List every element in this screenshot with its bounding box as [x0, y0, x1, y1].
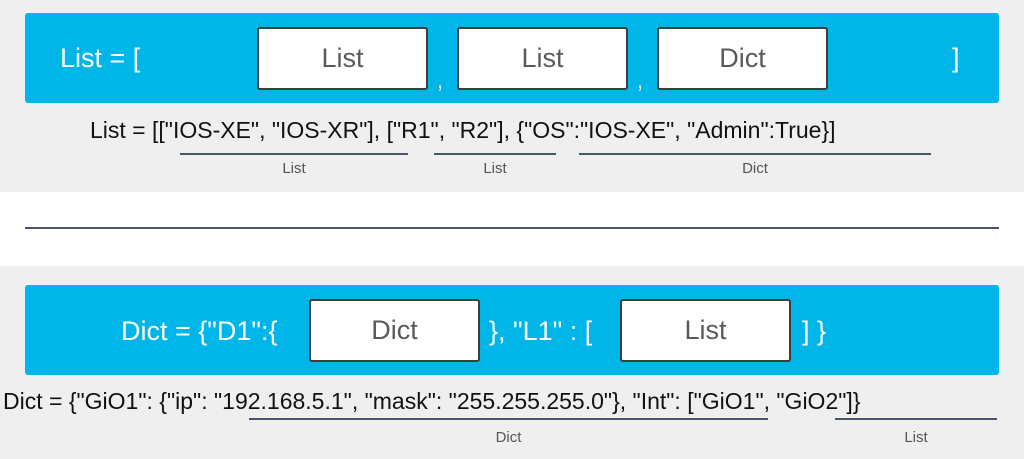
list-item-box-1: List — [257, 27, 428, 90]
list-bar-prefix: List = [ — [60, 43, 141, 73]
dict-label-2: List — [904, 429, 928, 446]
list-code-line: List = [["IOS-XE", "IOS-XR"], ["R1", "R2… — [90, 117, 836, 143]
dict-item-box-list: List — [620, 299, 791, 362]
section-divider — [25, 227, 999, 229]
list-bar-suffix: ] — [952, 43, 960, 73]
dict-code-line: Dict = {"GiO1": {"ip": "192.168.5.1", "m… — [3, 388, 861, 414]
dict-bar-prefix: Dict = {"D1":{ — [121, 316, 278, 346]
dict-item-box-dict: Dict — [309, 299, 480, 362]
list-label-3: Dict — [742, 160, 768, 177]
list-underline-2 — [434, 153, 556, 155]
list-underline-3 — [579, 153, 931, 155]
dict-label-1: Dict — [495, 429, 522, 446]
list-comma-2: , — [637, 68, 644, 93]
list-comma-1: , — [437, 68, 444, 93]
dict-bar-suffix: ] } — [802, 316, 827, 346]
dict-underline-2 — [835, 418, 997, 420]
dict-underline-1 — [249, 418, 768, 420]
list-label-1: List — [282, 160, 306, 177]
list-label-2: List — [483, 160, 507, 177]
dict-bar-middle: }, "L1" : [ — [489, 316, 593, 346]
list-underline-1 — [180, 153, 408, 155]
list-item-box-3: Dict — [657, 27, 828, 90]
list-item-box-2: List — [457, 27, 628, 90]
